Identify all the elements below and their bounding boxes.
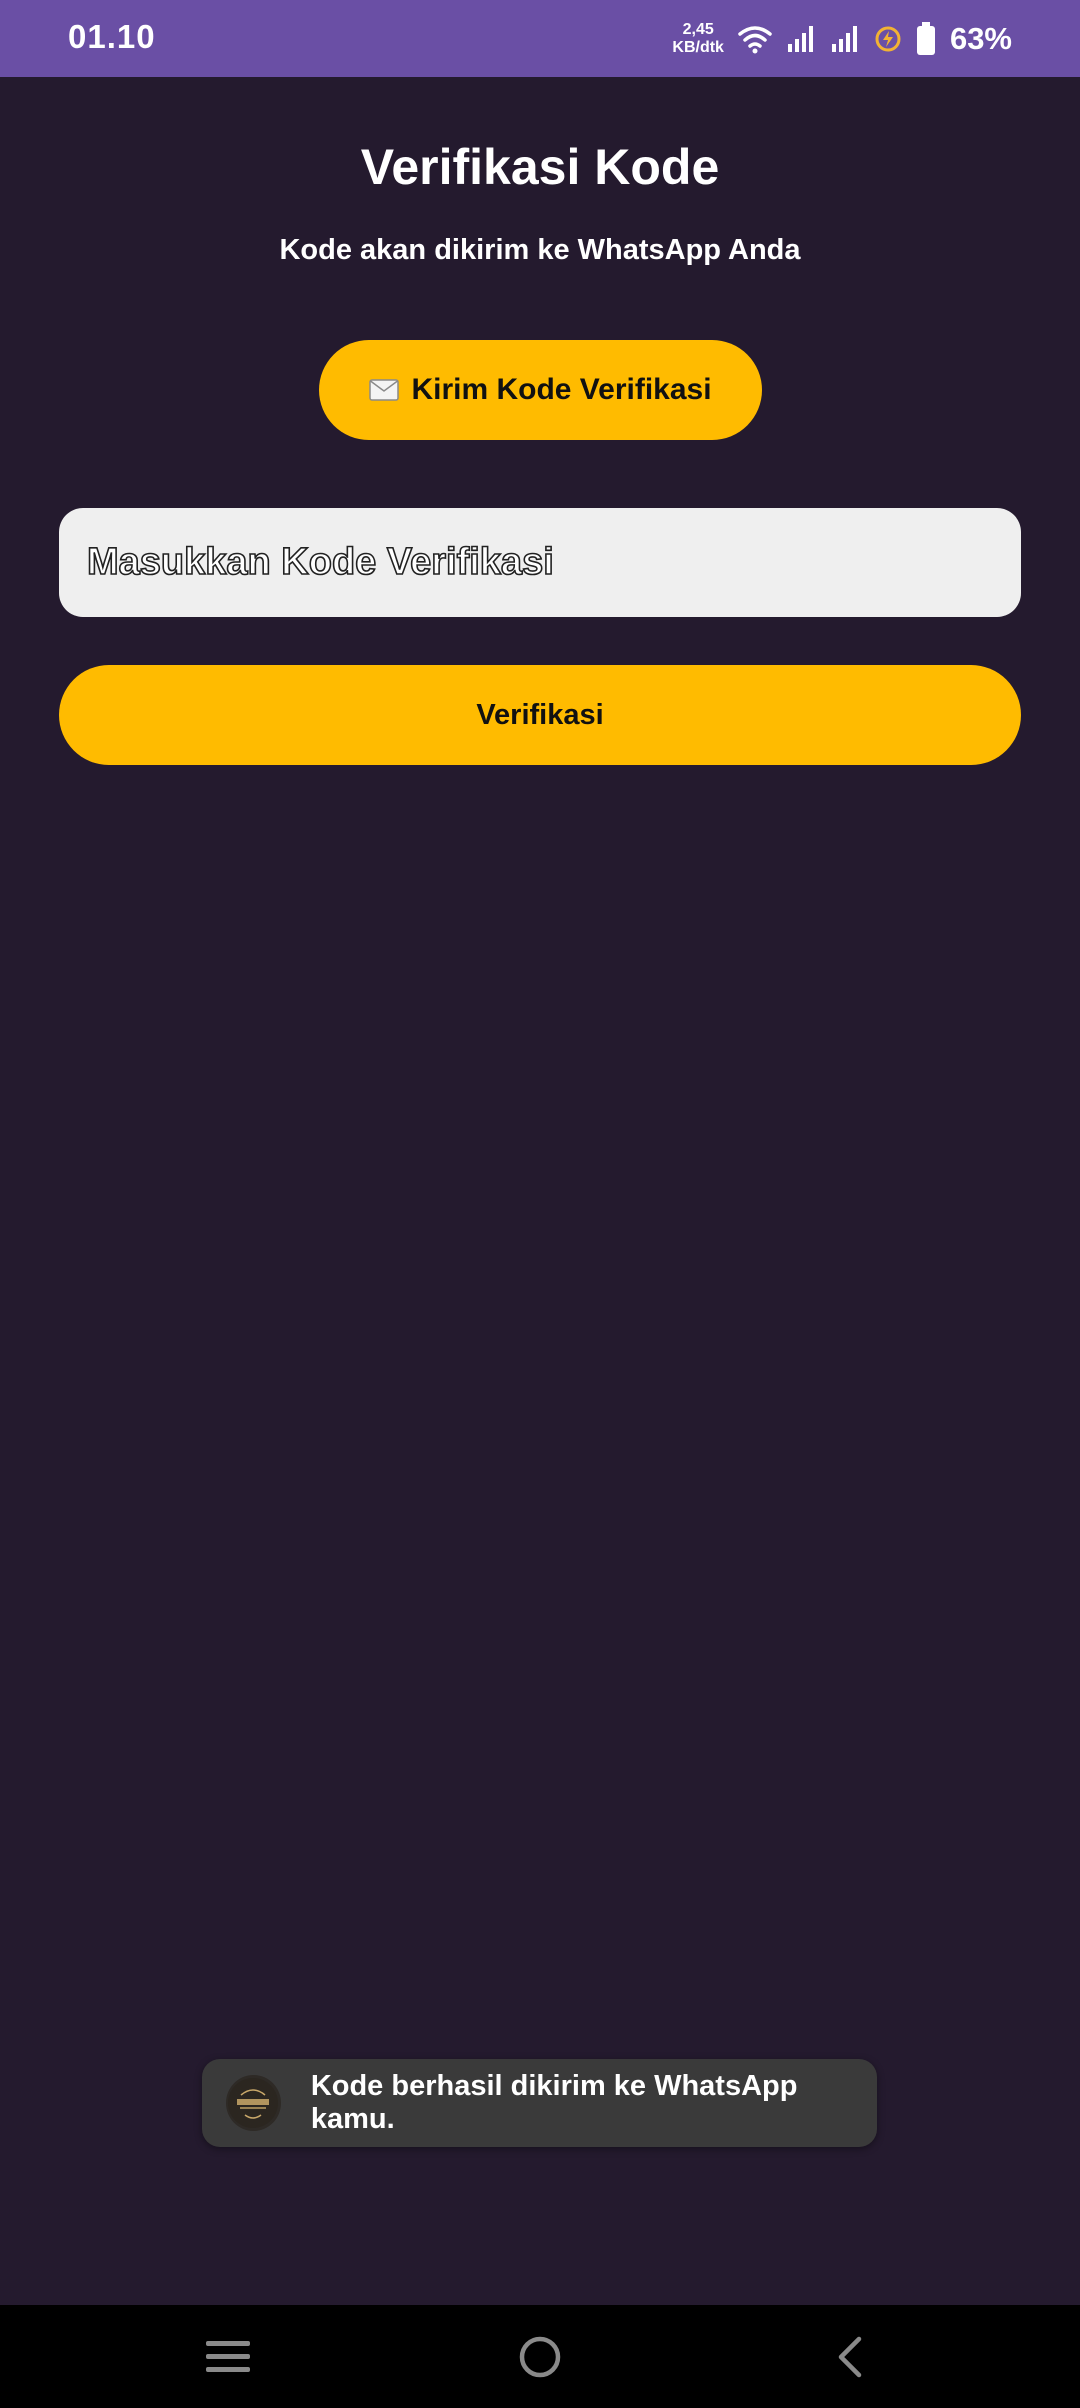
envelope-icon: [369, 379, 400, 401]
page-subtitle: Kode akan dikirim ke WhatsApp Anda: [279, 234, 801, 266]
back-button[interactable]: [790, 2305, 910, 2408]
battery-percent: 63%: [949, 21, 1012, 56]
network-speed-value: 2,45: [682, 21, 714, 38]
wifi-icon: [738, 24, 772, 54]
back-chevron-icon: [835, 2336, 865, 2378]
menu-lines-icon: [205, 2339, 251, 2375]
network-speed: 2,45 KB/dtk: [672, 21, 724, 57]
signal-icon-sim1: [786, 24, 816, 54]
home-button[interactable]: [480, 2305, 600, 2408]
toast-notification: Kode berhasil dikirim ke WhatsApp kamu.: [202, 2059, 877, 2147]
battery-icon: [916, 22, 936, 56]
home-circle-icon: [518, 2335, 562, 2379]
status-icons: 2,45 KB/dtk 63%: [672, 14, 1012, 64]
send-code-button[interactable]: Kirim Kode Verifikasi: [319, 340, 762, 440]
verify-button[interactable]: Verifikasi: [59, 665, 1021, 765]
status-time: 01.10: [68, 18, 156, 55]
screen: 01.10 2,45 KB/dtk 63% Verifikasi Kode Ko…: [0, 0, 1080, 2408]
fast-charging-icon: [874, 25, 902, 53]
navigation-bar: [0, 2305, 1080, 2408]
verification-code-input[interactable]: [59, 508, 1021, 617]
verify-label: Verifikasi: [476, 698, 604, 731]
app-logo-icon: [226, 2075, 281, 2131]
recents-button[interactable]: [168, 2305, 288, 2408]
page-title: Verifikasi Kode: [360, 139, 720, 195]
status-bar: 01.10 2,45 KB/dtk 63%: [0, 0, 1080, 77]
toast-message: Kode berhasil dikirim ke WhatsApp kamu.: [310, 2070, 798, 2135]
network-speed-unit: KB/dtk: [672, 39, 724, 56]
send-code-label: Kirim Kode Verifikasi: [411, 373, 712, 406]
signal-icon-sim2: [830, 24, 860, 54]
